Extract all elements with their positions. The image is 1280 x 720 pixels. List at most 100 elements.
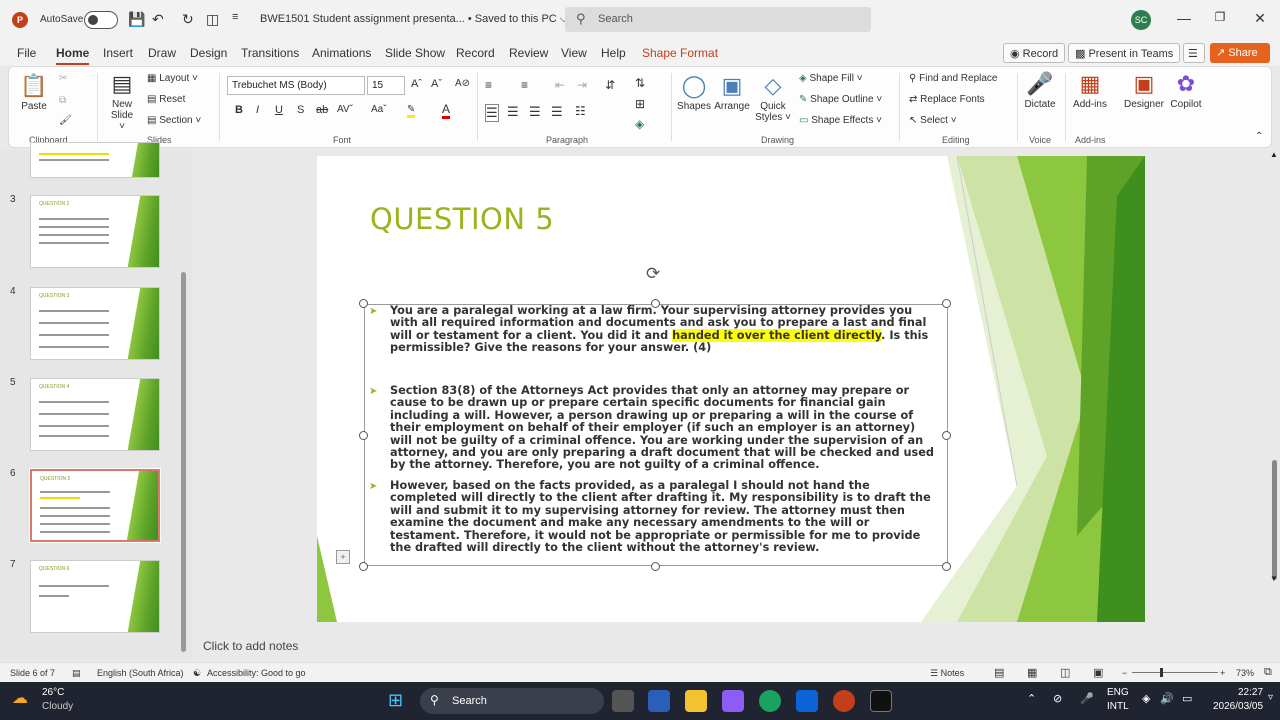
shapes-button[interactable]: ◯ Shapes	[677, 73, 711, 112]
increase-indent-icon[interactable]: ⇥	[577, 78, 587, 92]
align-left-icon[interactable]: ☰	[485, 104, 499, 122]
clear-formatting-icon[interactable]: A⊘	[455, 78, 470, 89]
numbering-icon[interactable]: ≡	[521, 78, 528, 92]
highlight-icon[interactable]: ✎	[407, 104, 416, 118]
section-button[interactable]: ▤ Section ˅	[147, 115, 201, 126]
accessibility-status[interactable]: Accessibility: Good to go	[207, 668, 306, 678]
resize-handle[interactable]	[359, 299, 368, 308]
notes-button[interactable]: ☰ Notes	[930, 668, 964, 679]
justify-icon[interactable]: ☰	[551, 104, 563, 120]
shape-outline-button[interactable]: ✎ Shape Outline ˅	[799, 94, 882, 105]
share-button[interactable]: ↗ Share	[1210, 43, 1270, 63]
network-icon[interactable]: ⊘	[1053, 692, 1062, 705]
replace-fonts-button[interactable]: ⇄ Replace Fonts	[909, 94, 985, 105]
resize-handle[interactable]	[942, 562, 951, 571]
terminal-icon[interactable]	[870, 690, 892, 712]
align-right-icon[interactable]: ☰	[529, 104, 541, 120]
tab-view[interactable]: View	[561, 46, 587, 60]
copilot-button[interactable]: ✿ Copilot	[1165, 71, 1207, 110]
tab-file[interactable]: File	[17, 46, 36, 60]
resize-handle[interactable]	[651, 562, 660, 571]
tab-insert[interactable]: Insert	[103, 46, 133, 60]
slide-sorter-icon[interactable]: ▦	[1027, 666, 1037, 679]
windows-start-icon[interactable]: ⊞	[388, 690, 403, 711]
addins-button[interactable]: ▦ Add-ins	[1069, 71, 1111, 110]
file-explorer-icon[interactable]	[685, 690, 707, 712]
slide-thumbnail-6-selected[interactable]: QUESTION 5	[29, 468, 161, 543]
canvas-scrollbar[interactable]: ▲ ▼	[1268, 150, 1280, 630]
undo-icon[interactable]: ↶	[152, 11, 164, 28]
strikethrough-icon[interactable]: ab	[316, 104, 328, 116]
comments-button[interactable]: ☰	[1183, 43, 1205, 63]
bullet-section-83[interactable]: ➤ Section 83(8) of the Attorneys Act prov…	[369, 384, 940, 472]
zoom-level[interactable]: 73%	[1236, 668, 1254, 678]
bullet-however[interactable]: ➤ However, based on the facts provided, a…	[369, 479, 940, 554]
scroll-down-icon[interactable]: ▼	[1270, 574, 1278, 583]
notification-icon[interactable]: ▿	[1268, 692, 1273, 703]
language-2[interactable]: INTL	[1107, 701, 1129, 712]
zoom-in-icon[interactable]: +	[1220, 668, 1225, 678]
tab-help[interactable]: Help	[601, 46, 626, 60]
shape-fill-button[interactable]: ◈ Shape Fill ˅	[799, 73, 863, 84]
slide-thumbnail-3[interactable]: QUESTION 2	[30, 195, 160, 268]
scroll-up-icon[interactable]: ▲	[1270, 150, 1278, 159]
increase-font-icon[interactable]: Aˆ	[411, 78, 422, 90]
columns-icon[interactable]: ☷	[575, 104, 586, 118]
tab-transitions[interactable]: Transitions	[241, 46, 299, 60]
microphone-tray-icon[interactable]: 🎤	[1080, 692, 1094, 705]
autosave-toggle[interactable]	[84, 11, 118, 29]
font-size-select[interactable]: 15	[367, 76, 405, 95]
scroll-thumb[interactable]	[1272, 460, 1277, 580]
zoom-slider[interactable]	[1132, 672, 1218, 673]
decrease-indent-icon[interactable]: ⇤	[555, 78, 565, 92]
notes-placeholder[interactable]: Click to add notes	[203, 639, 298, 653]
task-view-icon[interactable]	[612, 690, 634, 712]
dictate-button[interactable]: 🎤 Dictate	[1021, 71, 1059, 110]
resize-handle[interactable]	[359, 431, 368, 440]
rotate-handle-icon[interactable]: ⟳	[646, 264, 660, 284]
collapse-ribbon-icon[interactable]: ⌃	[1255, 131, 1263, 142]
tab-design[interactable]: Design	[190, 46, 227, 60]
save-icon[interactable]: 💾	[128, 11, 145, 28]
maximize-icon[interactable]: ❐	[1210, 10, 1230, 24]
close-icon[interactable]: ✕	[1250, 10, 1270, 27]
slide-thumbnail-4[interactable]: QUESTION 3	[30, 287, 160, 360]
layout-options-icon[interactable]: +	[336, 550, 350, 564]
tab-slide-show[interactable]: Slide Show	[385, 46, 445, 60]
tab-record[interactable]: Record	[456, 46, 495, 60]
tab-review[interactable]: Review	[509, 46, 548, 60]
paste-button[interactable]: 📋 Paste	[19, 73, 49, 112]
underline-icon[interactable]: U	[275, 104, 283, 116]
word-icon[interactable]	[648, 690, 670, 712]
customize-toolbar-icon[interactable]: ≡	[232, 11, 238, 23]
battery-icon[interactable]: ▭	[1182, 692, 1192, 705]
bullet-question[interactable]: ➤ You are a paralegal working at a law fi…	[369, 304, 940, 355]
show-hidden-icons[interactable]: ⌃	[1027, 692, 1036, 705]
volume-icon[interactable]: 🔊	[1160, 692, 1174, 705]
bold-icon[interactable]: B	[235, 104, 243, 116]
slide-thumbnail-2[interactable]	[30, 142, 160, 178]
wifi-icon[interactable]: ◈	[1142, 692, 1150, 705]
font-color-icon[interactable]: A	[442, 102, 451, 119]
redo-icon[interactable]: ↻	[182, 11, 194, 28]
align-text-icon[interactable]: ⊞	[635, 97, 645, 111]
resize-handle[interactable]	[942, 299, 951, 308]
panel-scrollbar[interactable]	[181, 272, 186, 652]
fit-slide-icon[interactable]: ⧉	[1264, 666, 1272, 679]
tab-shape-format[interactable]: Shape Format	[642, 46, 718, 60]
designer-button[interactable]: ▣ Designer	[1121, 71, 1167, 110]
bullets-icon[interactable]: ≡	[485, 78, 492, 92]
resize-handle[interactable]	[359, 562, 368, 571]
document-title[interactable]: BWE1501 Student assignment presenta... •…	[260, 13, 568, 26]
shadow-icon[interactable]: S	[297, 104, 304, 116]
change-case-icon[interactable]: Aaˇ	[371, 104, 387, 115]
reset-button[interactable]: ▤ Reset	[147, 94, 185, 105]
zoom-slider-thumb[interactable]	[1160, 668, 1163, 677]
quick-styles-button[interactable]: ◇ Quick Styles ˅	[755, 73, 791, 123]
font-name-select[interactable]: Trebuchet MS (Body)	[227, 76, 365, 95]
edge-browser-icon[interactable]	[759, 690, 781, 712]
taskbar-search[interactable]: ⚲ Search	[420, 688, 604, 714]
zoom-out-icon[interactable]: −	[1122, 668, 1127, 678]
normal-view-icon[interactable]: ▤	[994, 666, 1004, 679]
weather-temp[interactable]: 26°C	[42, 687, 64, 698]
